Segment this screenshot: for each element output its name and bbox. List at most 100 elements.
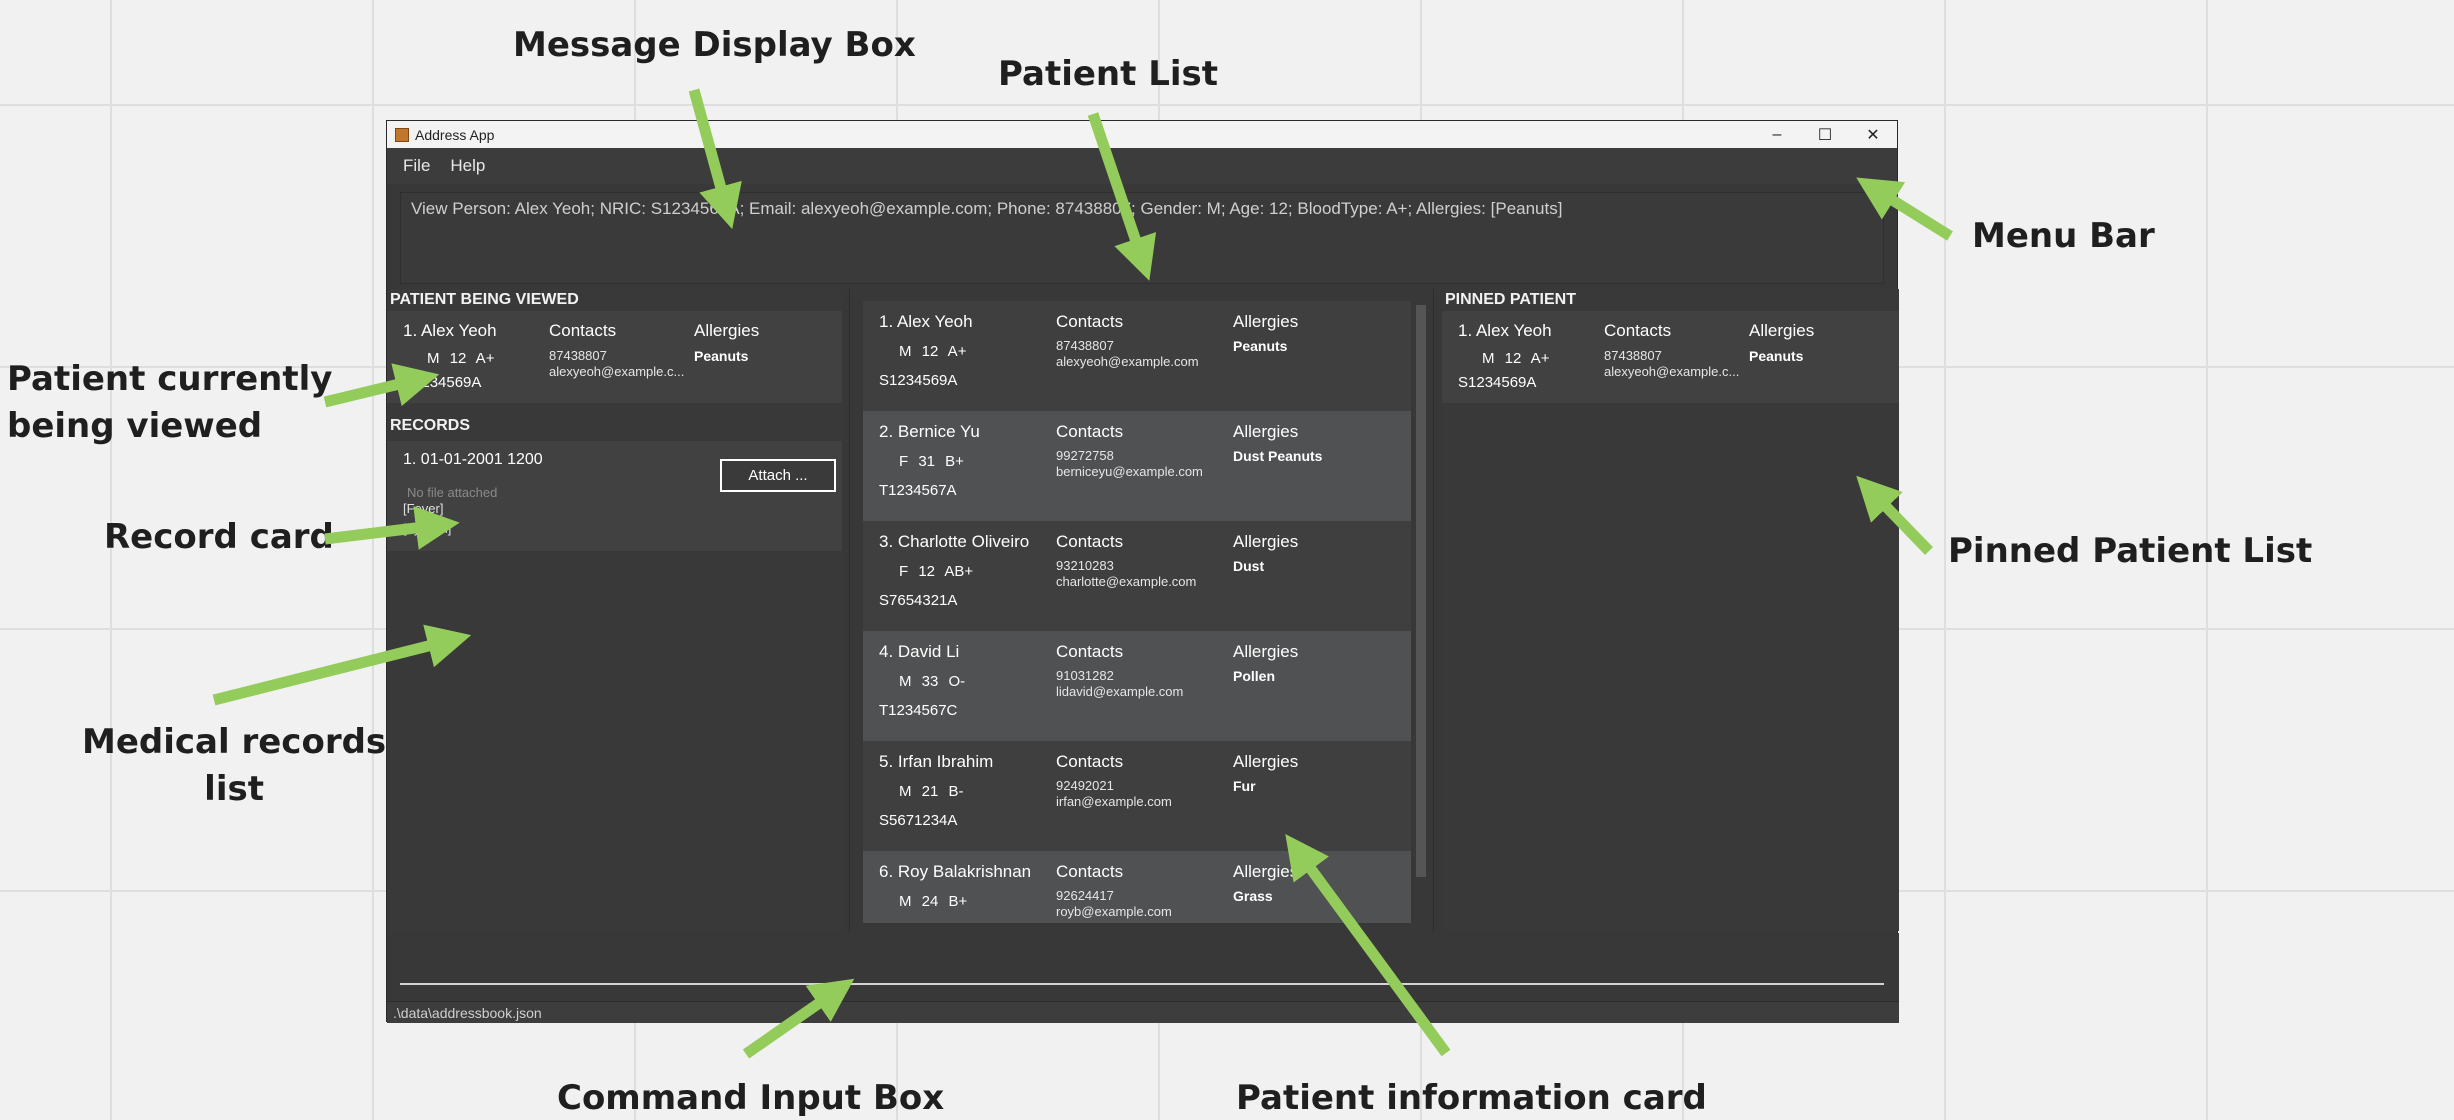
annotation-patient-viewed: Patient currently being viewed [7,356,332,450]
annotation-medical-records: Medical records list [82,719,386,813]
patient-attributes: M 33 O- [899,673,966,690]
patient-card[interactable]: 4. David Li M 33 O- T1234567C Contacts 9… [863,631,1411,741]
record-medication: [Tylenol] [403,521,452,536]
pinned-patient-card[interactable]: 1. Alex Yeoh M 12 A+ S1234569A Contacts … [1442,311,1899,403]
menu-bar: File Help [387,148,1897,184]
contacts-title: Contacts [1056,532,1124,551]
patient-card[interactable]: 6. Roy Balakrishnan M 24 B+ Contacts 926… [863,851,1411,923]
contacts-title: Contacts [1056,752,1124,771]
allergies-title: Allergies [1749,321,1815,340]
patient-name: 4. David Li [879,642,960,661]
patient-allergies: Peanuts [1749,348,1804,364]
patient-allergies: Peanuts [1233,338,1288,354]
patient-phone: 87438807 [549,348,607,363]
patient-card[interactable]: 3. Charlotte Oliveiro F 12 AB+ S7654321A… [863,521,1411,631]
patient-name: 1. Alex Yeoh [879,312,973,331]
patient-list[interactable]: 1. Alex Yeoh M 12 A+ S1234569A Contacts … [863,301,1411,923]
menu-help[interactable]: Help [450,156,485,176]
patient-attributes: M 12 A+ [427,350,495,367]
window-controls: – ☐ ✕ [1753,121,1897,148]
patient-email: charlotte@example.com [1056,574,1197,589]
contacts-title: Contacts [1056,642,1124,661]
allergies-title: Allergies [1233,642,1299,661]
maximize-icon[interactable]: ☐ [1801,121,1849,148]
patient-allergies: Pollen [1233,668,1276,684]
allergies-title: Allergies [1233,422,1299,441]
patient-list-panel: 1. Alex Yeoh M 12 A+ S1234569A Contacts … [849,289,1434,931]
patient-email: alexyeoh@example.c... [549,364,685,379]
contacts-title: Contacts [1056,422,1124,441]
annotation-record-card: Record card [104,517,334,557]
record-file-status: No file attached [407,485,498,500]
viewed-patient-card[interactable]: 1. Alex Yeoh M 12 A+ S1234569A Contacts … [387,311,842,403]
command-area [387,933,1899,1001]
patient-name: 1. Alex Yeoh [403,321,497,340]
patient-nric: S1234569A [879,372,958,389]
patient-nric: S1234569A [1458,374,1537,391]
annotation-pinned-patient-list: Pinned Patient List [1948,531,2313,571]
contacts-title: Contacts [1604,321,1672,340]
menu-file[interactable]: File [403,156,430,176]
allergies-title: Allergies [694,321,760,340]
patient-phone: 92492021 [1056,778,1114,793]
patient-phone: 87438807 [1056,338,1114,353]
patient-allergies: Dust [1233,558,1265,574]
viewed-section-title: PATIENT BEING VIEWED [390,291,579,308]
patient-nric: S7654321A [879,592,958,609]
records-section-title: RECORDS [390,417,471,434]
annotation-medical-records-line2: list [204,769,264,809]
patient-allergies: Dust Peanuts [1233,448,1323,464]
patient-phone: 91031282 [1056,668,1114,683]
patient-card[interactable]: 5. Irfan Ibrahim M 21 B- S5671234A Conta… [863,741,1411,851]
message-display-box[interactable]: View Person: Alex Yeoh; NRIC: S1234569A;… [400,192,1884,284]
patient-phone: 92624417 [1056,888,1114,903]
patient-nric: S1234569A [403,374,482,391]
patient-list-scrollbar[interactable] [1416,305,1426,877]
patient-name: 3. Charlotte Oliveiro [879,532,1030,551]
title-bar: Address App – ☐ ✕ [387,121,1897,148]
contacts-title: Contacts [1056,312,1124,331]
close-icon[interactable]: ✕ [1849,121,1897,148]
allergies-title: Allergies [1233,312,1299,331]
patient-email: berniceyu@example.com [1056,464,1203,479]
allergies-title: Allergies [1233,752,1299,771]
contacts-title: Contacts [549,321,617,340]
pinned-panel: PINNED PATIENT 1. Alex Yeoh M 12 A+ S123… [1442,289,1899,931]
patient-phone: 99272758 [1056,448,1114,463]
patient-attributes: F 31 B+ [899,453,964,470]
attach-button[interactable]: Attach ... [720,459,836,492]
patient-email: alexyeoh@example.com [1056,354,1199,369]
patient-name: 1. Alex Yeoh [1458,321,1552,340]
patient-name: 5. Irfan Ibrahim [879,752,994,771]
annotation-patient-info-card: Patient information card [1236,1078,1707,1118]
minimize-icon[interactable]: – [1753,121,1801,148]
patient-allergies: Peanuts [694,348,749,364]
annotation-command-input-box: Command Input Box [557,1078,945,1118]
contacts-title: Contacts [1056,862,1124,881]
message-text: View Person: Alex Yeoh; NRIC: S1234569A;… [411,199,1563,218]
patient-attributes: M 12 A+ [1482,350,1550,367]
patient-phone: 93210283 [1056,558,1114,573]
patient-attributes: F 12 AB+ [899,563,974,580]
annotation-patient-list: Patient List [998,54,1219,94]
command-input[interactable] [400,945,1884,985]
record-date: 1. 01-01-2001 1200 [403,451,543,468]
annotation-patient-viewed-line2: being viewed [7,406,263,446]
patient-attributes: M 21 B- [899,783,964,800]
patient-card[interactable]: 2. Bernice Yu F 31 B+ T1234567A Contacts… [863,411,1411,521]
patient-email: irfan@example.com [1056,794,1172,809]
patient-email: alexyeoh@example.c... [1604,364,1740,379]
patient-name: 2. Bernice Yu [879,422,980,441]
patient-email: lidavid@example.com [1056,684,1184,699]
app-window: Address App – ☐ ✕ File Help View Person:… [386,120,1899,1023]
annotation-menu-bar: Menu Bar [1972,216,2155,256]
status-file-path: .\data\addressbook.json [393,1005,542,1021]
patient-attributes: M 12 A+ [899,343,967,360]
patient-card[interactable]: 1. Alex Yeoh M 12 A+ S1234569A Contacts … [863,301,1411,411]
patient-nric: T1234567C [879,702,958,719]
patient-attributes: M 24 B+ [899,893,968,910]
patient-allergies: Grass [1233,888,1273,904]
annotation-patient-viewed-line1: Patient currently [7,359,333,399]
record-card[interactable]: 1. 01-01-2001 1200 No file attached [Fev… [387,441,842,551]
patient-name: 6. Roy Balakrishnan [879,862,1032,881]
